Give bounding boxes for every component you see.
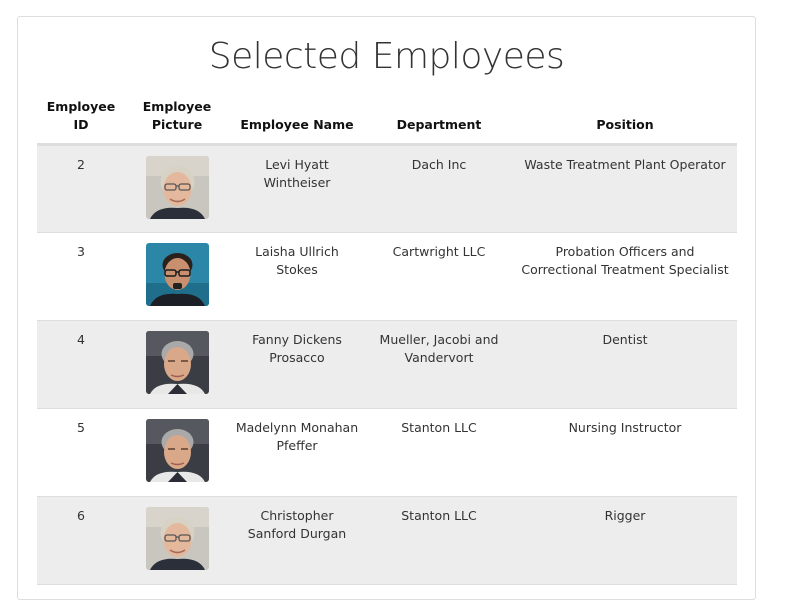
cell-department: Stanton LLC	[365, 496, 513, 585]
cell-department: Dach Inc	[365, 144, 513, 233]
column-header-picture: Employee Picture	[125, 97, 229, 146]
employee-avatar	[145, 506, 209, 570]
cell-employee-id: 5	[37, 408, 125, 497]
cell-position: Nursing Instructor	[513, 408, 737, 497]
portrait-dark-hair-glasses-blue-background	[145, 242, 209, 306]
cell-employee-name: Christopher Sanford Durgan	[229, 496, 365, 585]
cell-employee-name: Levi Hyatt Wintheiser	[229, 144, 365, 233]
cell-position: Rigger	[513, 496, 737, 585]
cell-employee-name: Fanny Dickens Prosacco	[229, 320, 365, 409]
employees-card: Selected Employees Employee ID Employee …	[17, 16, 756, 600]
employees-table: Employee ID Employee Picture Employee Na…	[37, 97, 737, 585]
employee-avatar	[145, 242, 209, 306]
portrait-grey-hair-glasses	[145, 155, 209, 219]
cell-employee-id: 2	[37, 144, 125, 233]
column-header-position: Position	[513, 97, 737, 146]
portrait-grey-hair-dark-background	[145, 330, 209, 394]
cell-position: Waste Treatment Plant Operator	[513, 144, 737, 233]
portrait-grey-hair-glasses	[145, 506, 209, 570]
portrait-grey-hair-dark-background	[145, 418, 209, 482]
cell-position: Probation Officers and Correctional Trea…	[513, 232, 737, 321]
column-header-id: Employee ID	[37, 97, 125, 146]
column-header-department: Department	[365, 97, 513, 146]
employee-avatar	[145, 155, 209, 219]
cell-employee-id: 6	[37, 496, 125, 585]
cell-department: Stanton LLC	[365, 408, 513, 497]
cell-department: Cartwright LLC	[365, 232, 513, 321]
column-header-name: Employee Name	[229, 97, 365, 146]
table-row: 4 Fanny Dickens Prosacco Mueller, Jacobi…	[37, 320, 737, 409]
cell-employee-name: Laisha Ullrich Stokes	[229, 232, 365, 321]
table-row: 2 Levi Hyatt Wintheiser Dach Inc Waste T…	[37, 144, 737, 233]
page-title: Selected Employees	[208, 36, 565, 77]
employee-avatar	[145, 418, 209, 482]
cell-employee-id: 3	[37, 232, 125, 321]
cell-department: Mueller, Jacobi and Vandervort	[365, 320, 513, 409]
employee-avatar	[145, 330, 209, 394]
table-row: 5 Madelynn Monahan Pfeffer Stanton LLC N…	[37, 408, 737, 497]
table-row: 3 Laisha Ullrich Stokes Cartwright LLC P…	[37, 232, 737, 321]
table-row: 6 Christopher Sanford Durgan Stanton LLC…	[37, 496, 737, 585]
cell-position: Dentist	[513, 320, 737, 409]
table-header-row: Employee ID Employee Picture Employee Na…	[37, 97, 737, 146]
cell-employee-name: Madelynn Monahan Pfeffer	[229, 408, 365, 497]
cell-employee-id: 4	[37, 320, 125, 409]
